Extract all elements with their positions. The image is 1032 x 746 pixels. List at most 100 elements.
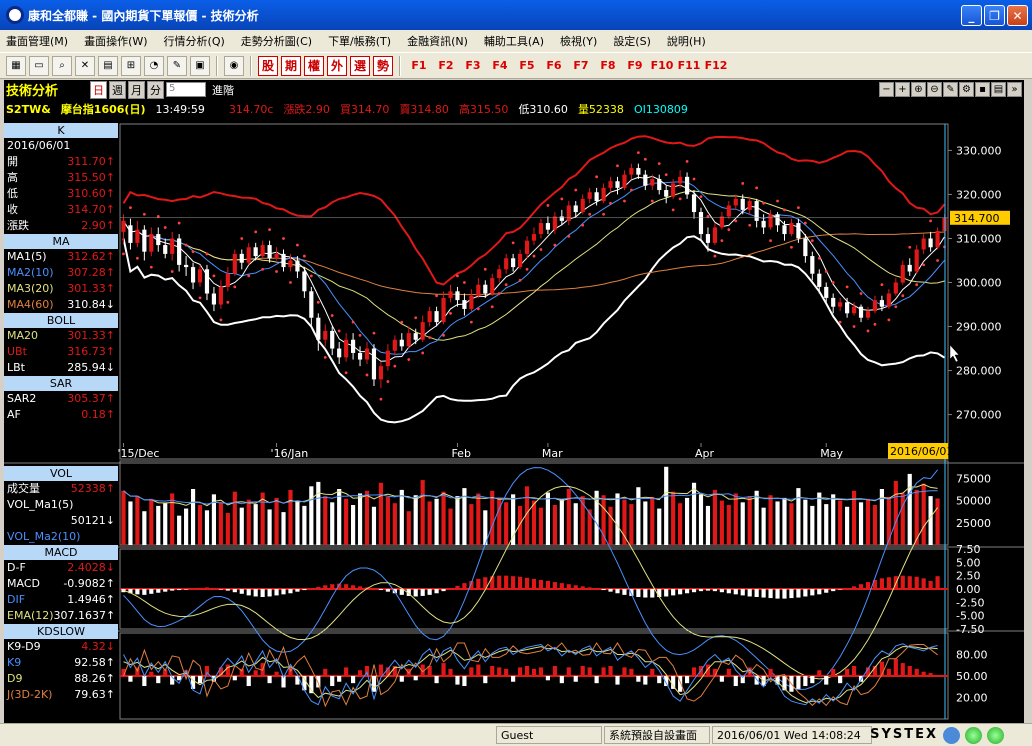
chart-area[interactable]: 330.000 320.000 310.000 300.000 290.000 280.0… (4, 119, 1024, 723)
candle-body (601, 187, 606, 202)
grid-icon[interactable]: ⊞ (121, 55, 141, 76)
sar-dot (894, 305, 898, 309)
f3-key[interactable]: F3 (461, 59, 485, 72)
panel-title: 技術分析 (6, 84, 59, 99)
volume-bar (253, 504, 258, 545)
candle-body (364, 348, 370, 360)
macd-bar (274, 589, 279, 596)
draw-icon[interactable]: ✎ (943, 82, 958, 97)
trend-button[interactable]: 勢 (373, 55, 393, 76)
minus-icon[interactable]: − (879, 82, 894, 97)
collapse-icon[interactable]: » (1007, 82, 1022, 97)
pen-icon[interactable]: ✎ (167, 55, 187, 76)
macd-bar (281, 589, 286, 595)
menu-item[interactable]: 金融資訊(N) (407, 33, 468, 49)
kd-bar (921, 671, 926, 676)
period-day[interactable]: 日 (90, 80, 107, 99)
menu-item[interactable]: 下單/帳務(T) (328, 33, 391, 49)
f10-key[interactable]: F10 (650, 59, 674, 72)
macd-bar (935, 576, 940, 589)
layout-icon[interactable]: ▦ (6, 55, 26, 76)
sar-dot (233, 285, 237, 289)
menu-item[interactable]: 行情分析(Q) (164, 33, 225, 49)
macd-bar (476, 578, 481, 589)
macd-bar (288, 589, 293, 594)
symbol-code[interactable]: S2TW& (6, 103, 51, 116)
plus-icon[interactable]: + (895, 82, 910, 97)
macd-bar (448, 588, 453, 589)
picture-icon[interactable]: ▣ (190, 55, 210, 76)
zoom-out-icon[interactable]: ⊖ (927, 82, 942, 97)
f2-key[interactable]: F2 (434, 59, 458, 72)
save-icon[interactable]: ▪ (975, 82, 990, 97)
period-month[interactable]: 月 (128, 80, 145, 99)
candle-body (504, 258, 509, 270)
close-button[interactable]: ✕ (1007, 5, 1028, 26)
close-window-icon[interactable]: ✕ (75, 55, 95, 76)
f11-key[interactable]: F11 (677, 59, 701, 72)
candle-body (260, 245, 265, 257)
print-icon[interactable]: ▤ (991, 82, 1006, 97)
menu-item[interactable]: 畫面管理(M) (6, 33, 68, 49)
macd-bar (490, 576, 495, 589)
monitor-icon[interactable]: ▭ (29, 55, 49, 76)
sar-dot (643, 157, 647, 161)
futures-button[interactable]: 期 (281, 55, 301, 76)
foreign-button[interactable]: 外 (327, 55, 347, 76)
minute-input[interactable]: 5 (166, 82, 206, 97)
sar-dot (184, 243, 188, 247)
options-button[interactable]: 權 (304, 55, 324, 76)
menu-item[interactable]: 檢視(Y) (560, 33, 597, 49)
sar-dot (379, 397, 383, 401)
label: D9 (7, 672, 23, 685)
f7-key[interactable]: F7 (569, 59, 593, 72)
volume-bar (364, 490, 370, 545)
sar-dot (901, 294, 905, 298)
logo-icon[interactable]: ◉ (224, 55, 244, 76)
menu-item[interactable]: 設定(S) (613, 33, 651, 49)
kd-bar (650, 668, 655, 676)
volume-bar (705, 505, 711, 545)
kd-bar (726, 668, 731, 676)
label: 開 (7, 155, 18, 168)
macd-bar (156, 589, 161, 593)
stock-button[interactable]: 股 (258, 55, 278, 76)
settings-icon[interactable]: ⚙ (959, 82, 974, 97)
minimize-button[interactable]: _ (961, 5, 982, 26)
menu-item[interactable]: 走勢分析圖(C) (241, 33, 312, 49)
calculator-icon[interactable]: ▤ (98, 55, 118, 76)
menu-item[interactable]: 輔助工具(A) (484, 33, 544, 49)
kd-bar (594, 676, 599, 684)
f4-key[interactable]: F4 (488, 59, 512, 72)
volume-bar (371, 506, 377, 545)
volume-bar (824, 504, 829, 545)
search-icon[interactable]: ⌕ (52, 55, 72, 76)
label: DIF (7, 593, 26, 606)
macd-bar (733, 589, 738, 595)
zoom-in-icon[interactable]: ⊕ (911, 82, 926, 97)
advanced-link[interactable]: 進階 (212, 82, 234, 98)
f12-key[interactable]: F12 (704, 59, 728, 72)
sar-dot (407, 358, 411, 361)
sar-dot (421, 351, 425, 355)
period-week[interactable]: 週 (109, 80, 126, 99)
select-button[interactable]: 選 (350, 55, 370, 76)
maximize-button[interactable]: ❐ (984, 5, 1005, 26)
f9-key[interactable]: F9 (623, 59, 647, 72)
volume-bar (893, 481, 898, 545)
period-minute[interactable]: 分 (147, 80, 164, 99)
macd-bar (170, 589, 175, 591)
f1-key[interactable]: F1 (407, 59, 431, 72)
volume-bar (761, 507, 766, 545)
pie-icon[interactable]: ◔ (144, 55, 164, 76)
f6-key[interactable]: F6 (542, 59, 566, 72)
chart-svg[interactable]: 330.000 320.000 310.000 300.000 290.000 280.0… (4, 119, 1024, 723)
sar-dot (769, 239, 772, 243)
candle-body (253, 247, 258, 257)
menu-item[interactable]: 說明(H) (667, 33, 706, 49)
macd-bar (879, 578, 884, 589)
value: 50121↓ (70, 514, 115, 527)
menu-item[interactable]: 畫面操作(W) (84, 33, 147, 49)
f8-key[interactable]: F8 (596, 59, 620, 72)
f5-key[interactable]: F5 (515, 59, 539, 72)
